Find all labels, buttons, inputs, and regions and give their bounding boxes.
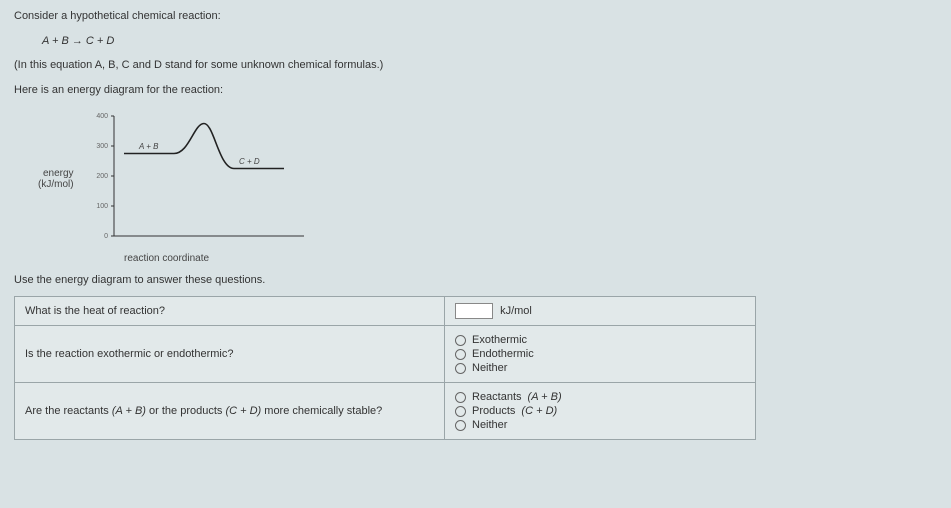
q3-answer-cell: Reactants (A + B) Products (C + D) Neith…	[445, 383, 756, 440]
q3-radio-reactants[interactable]	[455, 392, 466, 403]
q1-unit: kJ/mol	[500, 305, 532, 317]
q3-opt1-expr: (A + B)	[528, 391, 562, 403]
q2-opt-2: Neither	[472, 362, 507, 374]
q2-answer-cell: Exothermic Endothermic Neither	[445, 326, 756, 383]
intro-block: Consider a hypothetical chemical reactio…	[14, 8, 937, 98]
q3-pre: Are the reactants	[25, 405, 112, 417]
q2-opt-1: Endothermic	[472, 348, 534, 360]
q3-opt3: Neither	[472, 419, 507, 431]
intro-line-1: Consider a hypothetical chemical reactio…	[14, 8, 937, 25]
q3-products: (C + D)	[225, 405, 261, 417]
q3-opt2-expr: (C + D)	[521, 405, 557, 417]
q1-input[interactable]	[455, 303, 493, 319]
energy-diagram: energy (kJ/mol) 0 100 200 300 400 A + B …	[38, 106, 937, 251]
tick-200: 200	[96, 173, 108, 180]
question-row-2: Is the reaction exothermic or endothermi…	[15, 326, 756, 383]
use-diagram-line: Use the energy diagram to answer these q…	[14, 274, 937, 286]
reaction-equation: A + B → C + D	[42, 33, 937, 50]
tick-100: 100	[96, 203, 108, 210]
q2-radio-neither[interactable]	[455, 363, 466, 374]
intro-line-2: (In this equation A, B, C and D stand fo…	[14, 57, 937, 74]
tick-300: 300	[96, 143, 108, 150]
q3-post: more chemically stable?	[261, 405, 382, 417]
q3-text: Are the reactants (A + B) or the product…	[15, 383, 445, 440]
questions-table: What is the heat of reaction? kJ/mol Is …	[14, 296, 756, 440]
product-label: C + D	[239, 157, 260, 166]
q3-radio-neither[interactable]	[455, 420, 466, 431]
q3-mid: or the products	[146, 405, 226, 417]
question-row-1: What is the heat of reaction? kJ/mol	[15, 297, 756, 326]
question-row-3: Are the reactants (A + B) or the product…	[15, 383, 756, 440]
y-axis-label: energy (kJ/mol)	[38, 168, 74, 190]
q3-radio-products[interactable]	[455, 406, 466, 417]
q2-radio-endothermic[interactable]	[455, 349, 466, 360]
intro-line-3: Here is an energy diagram for the reacti…	[14, 82, 937, 99]
q3-opt2-pre: Products	[472, 405, 515, 417]
energy-chart-svg: 0 100 200 300 400 A + B C + D	[84, 106, 314, 251]
q2-opt-0: Exothermic	[472, 334, 527, 346]
q1-answer-cell: kJ/mol	[445, 297, 756, 326]
reactant-label: A + B	[138, 142, 159, 151]
ylabel-energy: energy	[38, 168, 74, 179]
q2-text: Is the reaction exothermic or endothermi…	[15, 326, 445, 383]
q1-text: What is the heat of reaction?	[15, 297, 445, 326]
tick-400: 400	[96, 113, 108, 120]
q3-opt1-pre: Reactants	[472, 391, 522, 403]
q2-radio-exothermic[interactable]	[455, 335, 466, 346]
x-axis-label: reaction coordinate	[124, 253, 937, 264]
tick-0: 0	[104, 233, 108, 240]
ylabel-units: (kJ/mol)	[38, 179, 74, 190]
q3-reactants: (A + B)	[112, 405, 146, 417]
